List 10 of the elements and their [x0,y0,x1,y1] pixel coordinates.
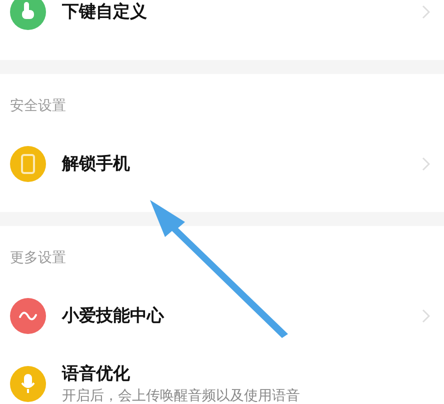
item-title[interactable]: 解锁手机 [62,152,130,176]
section-header: 安全设置 [10,97,66,115]
item-title[interactable]: 下键自定义 [62,0,147,24]
item-title[interactable]: 小爱技能中心 [62,304,164,328]
chevron-icon [422,157,430,171]
chevron-icon [422,309,430,323]
item-title[interactable]: 语音优化 [62,362,130,386]
item-description: 开启后，会上传唤醒音频以及使用语音 [62,387,300,404]
chevron-icon [422,5,430,19]
section-header: 更多设置 [10,249,66,267]
